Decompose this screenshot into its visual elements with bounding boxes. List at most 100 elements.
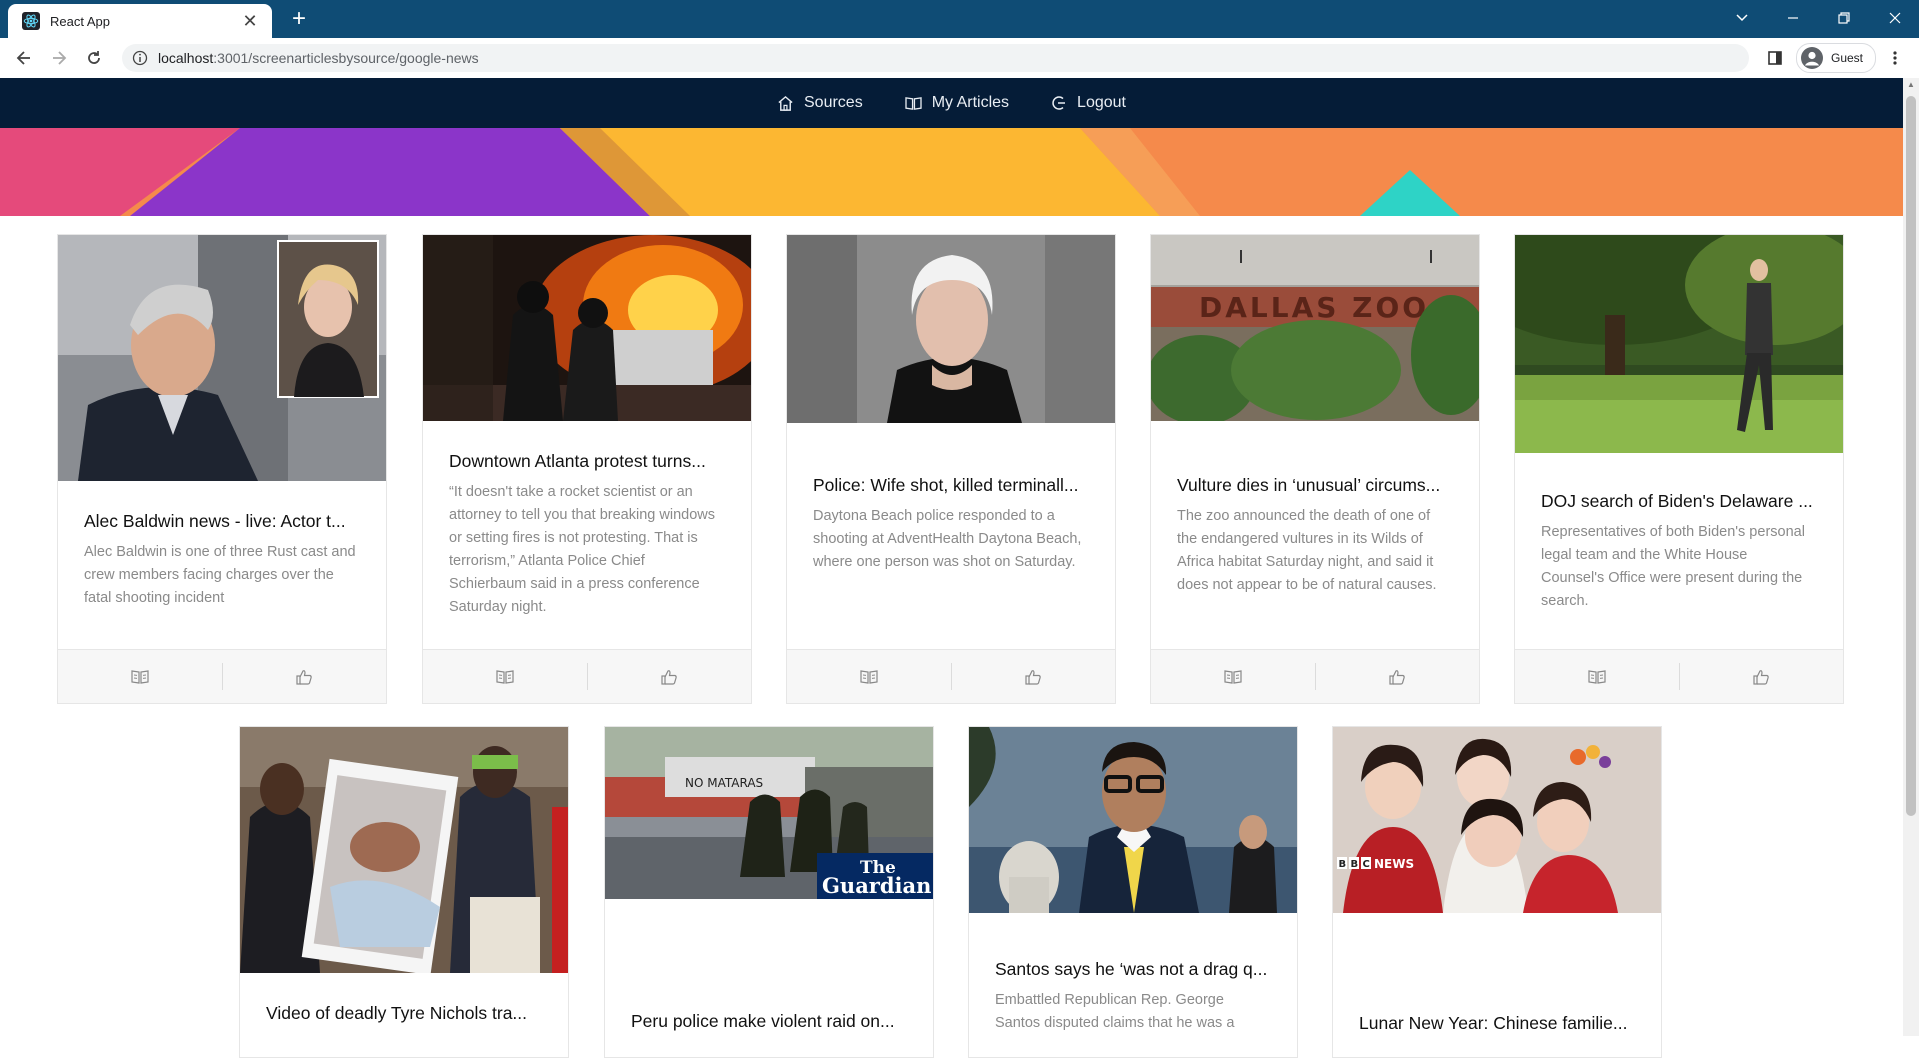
read-icon xyxy=(860,670,878,684)
nav-my-articles-label: My Articles xyxy=(932,94,1009,112)
read-article-button[interactable] xyxy=(423,650,587,703)
thumbs-up-icon xyxy=(1389,669,1405,685)
decorative-banner xyxy=(0,128,1903,216)
tab-close-icon[interactable]: ✕ xyxy=(240,11,260,31)
bbc-letter-3: C xyxy=(1363,859,1370,870)
article-image xyxy=(969,727,1297,913)
back-icon[interactable] xyxy=(11,45,37,71)
article-image: DALLAS ZOO xyxy=(1151,235,1479,421)
svg-text:NO MATARAS: NO MATARAS xyxy=(685,776,763,790)
article-card[interactable]: DOJ search of Biden's Delaware ... Repre… xyxy=(1514,234,1844,704)
book-icon xyxy=(905,96,922,111)
thumbs-up-icon xyxy=(296,669,312,685)
article-title[interactable]: Alec Baldwin news - live: Actor t... xyxy=(84,511,362,532)
app-navbar: Sources My Articles Logout xyxy=(0,78,1903,128)
article-image: B B C NEWS xyxy=(1333,727,1661,913)
restore-icon[interactable] xyxy=(1824,4,1864,32)
read-article-button[interactable] xyxy=(1515,650,1679,703)
browser-toolbar: localhost:3001/screenarticlesbysource/go… xyxy=(0,38,1919,79)
thumbs-up-icon xyxy=(1025,669,1041,685)
forward-icon[interactable] xyxy=(46,45,72,71)
article-card[interactable]: B B C NEWS Lunar New Year: Chinese famil… xyxy=(1332,726,1662,1058)
guardian-logo-line2: Guardian xyxy=(822,873,931,898)
tab-search-chevron-icon[interactable] xyxy=(1722,4,1762,32)
profile-label: Guest xyxy=(1831,51,1863,65)
minimize-icon[interactable] xyxy=(1773,4,1813,32)
article-image xyxy=(240,727,568,973)
thumbs-up-icon xyxy=(661,669,677,685)
article-title[interactable]: Lunar New Year: Chinese familie... xyxy=(1359,1013,1637,1034)
read-article-button[interactable] xyxy=(787,650,951,703)
browser-tab-strip: React App ✕ + xyxy=(0,0,1919,38)
article-image: NO MATARAS The Guardian xyxy=(605,727,933,899)
read-icon xyxy=(1224,670,1242,684)
article-image xyxy=(58,235,386,481)
card-actions xyxy=(423,649,751,703)
article-title[interactable]: Peru police make violent raid on... xyxy=(631,1011,909,1032)
read-article-button[interactable] xyxy=(58,650,222,703)
nav-sources[interactable]: Sources xyxy=(777,94,863,112)
article-card[interactable]: DALLAS ZOO Vulture dies in ‘unusual’ cir… xyxy=(1150,234,1480,704)
side-panel-icon[interactable] xyxy=(1762,45,1788,71)
article-description: Embattled Republican Rep. George Santos … xyxy=(995,989,1267,1035)
card-actions xyxy=(58,649,386,703)
like-button[interactable] xyxy=(1680,650,1844,703)
article-card[interactable]: NO MATARAS The Guardian Peru police make… xyxy=(604,726,934,1058)
nav-my-articles[interactable]: My Articles xyxy=(905,94,1009,112)
bbc-letter-1: B xyxy=(1339,859,1347,870)
kebab-menu-icon[interactable] xyxy=(1882,45,1908,71)
article-title[interactable]: Video of deadly Tyre Nichols tra... xyxy=(266,1003,544,1024)
thumbs-up-icon xyxy=(1753,669,1769,685)
nav-logout[interactable]: Logout xyxy=(1051,94,1126,112)
logout-icon xyxy=(1051,95,1067,111)
site-info-icon[interactable] xyxy=(132,50,148,66)
scroll-up-arrow-icon[interactable]: ▲ xyxy=(1906,80,1916,90)
read-icon xyxy=(1588,670,1606,684)
avatar-icon xyxy=(1801,47,1823,69)
article-image xyxy=(787,235,1115,423)
card-actions xyxy=(1151,649,1479,703)
nav-sources-label: Sources xyxy=(804,94,863,112)
zoo-sign-text: DALLAS ZOO xyxy=(1199,291,1429,324)
reload-icon[interactable] xyxy=(81,45,107,71)
bbc-letter-2: B xyxy=(1351,859,1359,870)
like-button[interactable] xyxy=(1316,650,1480,703)
url-text: localhost:3001/screenarticlesbysource/go… xyxy=(158,50,479,66)
articles-grid: Alec Baldwin news - live: Actor t... Ale… xyxy=(0,216,1903,1036)
article-card[interactable]: Video of deadly Tyre Nichols tra... xyxy=(239,726,569,1058)
article-description: The zoo announced the death of one of th… xyxy=(1177,505,1449,597)
article-description: Representatives of both Biden's personal… xyxy=(1541,521,1813,613)
browser-tab[interactable]: React App ✕ xyxy=(8,4,272,38)
article-title[interactable]: Santos says he ‘was not a drag q... xyxy=(995,959,1273,980)
article-title[interactable]: DOJ search of Biden's Delaware ... xyxy=(1541,491,1819,512)
article-title[interactable]: Vulture dies in ‘unusual’ circums... xyxy=(1177,475,1455,496)
like-button[interactable] xyxy=(952,650,1116,703)
url-path: :3001/screenarticlesbysource/google-news xyxy=(213,50,478,66)
like-button[interactable] xyxy=(223,650,387,703)
url-host: localhost xyxy=(158,50,213,66)
address-bar[interactable]: localhost:3001/screenarticlesbysource/go… xyxy=(122,44,1749,72)
bbc-news-text: NEWS xyxy=(1374,857,1414,871)
article-card[interactable]: Police: Wife shot, killed terminall... D… xyxy=(786,234,1116,704)
article-title[interactable]: Police: Wife shot, killed terminall... xyxy=(813,475,1091,496)
read-icon xyxy=(496,670,514,684)
scrollbar-thumb[interactable] xyxy=(1906,96,1916,816)
read-article-button[interactable] xyxy=(1151,650,1315,703)
read-icon xyxy=(131,670,149,684)
tab-title: React App xyxy=(50,14,240,29)
new-tab-icon[interactable]: + xyxy=(286,6,312,32)
article-card[interactable]: Alec Baldwin news - live: Actor t... Ale… xyxy=(57,234,387,704)
article-description: Alec Baldwin is one of three Rust cast a… xyxy=(84,541,356,610)
article-title[interactable]: Downtown Atlanta protest turns... xyxy=(449,451,727,472)
close-window-icon[interactable] xyxy=(1875,4,1915,32)
article-card[interactable]: Santos says he ‘was not a drag q... Emba… xyxy=(968,726,1298,1058)
article-description: “It doesn't take a rocket scientist or a… xyxy=(449,481,721,619)
profile-button[interactable]: Guest xyxy=(1796,43,1876,73)
like-button[interactable] xyxy=(588,650,752,703)
article-description: Daytona Beach police responded to a shoo… xyxy=(813,505,1085,574)
article-card[interactable]: Downtown Atlanta protest turns... “It do… xyxy=(422,234,752,704)
article-image xyxy=(423,235,751,421)
home-icon xyxy=(777,95,794,112)
card-actions xyxy=(787,649,1115,703)
article-image xyxy=(1515,235,1843,453)
